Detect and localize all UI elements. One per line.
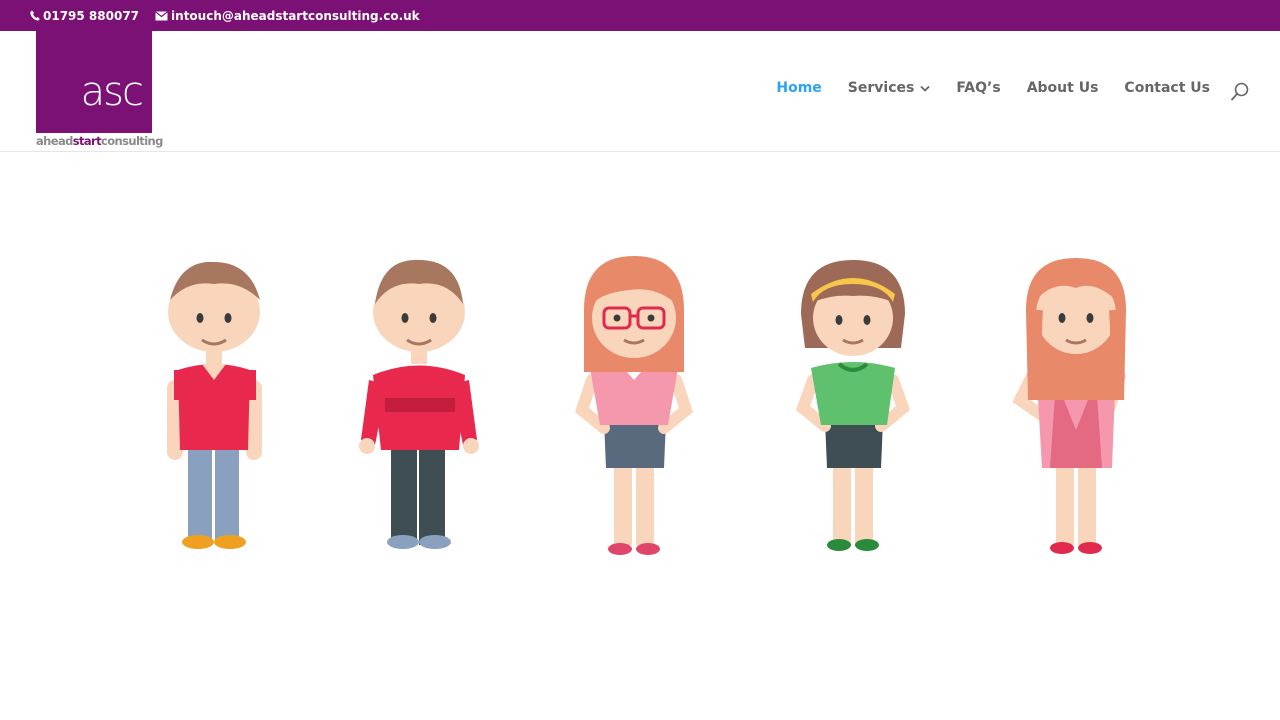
main-nav: Home Services FAQ’s About Us Contact Us (750, 80, 1210, 96)
logo-mark: asc (80, 69, 144, 115)
logo-tagline-start: start (72, 134, 102, 148)
chevron-down-icon (920, 85, 930, 92)
girl-pink-dress-figure (1012, 258, 1126, 554)
email-contact[interactable]: intouch@aheadstartconsulting.co.uk (155, 9, 420, 23)
phone-icon (30, 10, 40, 21)
girl-headband-figure (795, 260, 911, 551)
boy-red-sweater-figure (359, 259, 479, 549)
girl-glasses-figure (575, 256, 693, 555)
nav-faqs-label: FAQ’s (956, 80, 1001, 96)
site-logo[interactable]: asc aheadstartconsulting (36, 31, 163, 149)
phone-number: 01795 880077 (43, 8, 140, 23)
nav-contact-us[interactable]: Contact Us (1124, 80, 1210, 96)
characters-illustration (0, 240, 1280, 570)
nav-services-label: Services (847, 80, 915, 96)
envelope-icon (155, 10, 168, 20)
search-icon[interactable] (1230, 82, 1250, 102)
nav-home[interactable]: Home (776, 80, 821, 96)
nav-services[interactable]: Services (848, 80, 931, 96)
logo-tagline: aheadstartconsulting (36, 134, 163, 149)
top-contact-bar: 01795 880077 intouch@aheadstartconsultin… (0, 0, 1280, 31)
logo-box: asc (36, 31, 152, 133)
nav-about-us[interactable]: About Us (1027, 80, 1099, 96)
main-header: asc aheadstartconsulting Home Services F… (0, 31, 1280, 152)
nav-faqs[interactable]: FAQ’s (956, 80, 1000, 96)
boy-red-polo-figure (167, 261, 262, 549)
email-address: intouch@aheadstartconsulting.co.uk (171, 8, 420, 23)
logo-tagline-ahead: ahead (36, 134, 73, 148)
logo-tagline-consulting: consulting (101, 134, 163, 148)
nav-about-label: About Us (1026, 80, 1099, 96)
nav-home-label: Home (776, 80, 822, 96)
nav-contact-label: Contact Us (1124, 80, 1210, 96)
phone-contact[interactable]: 01795 880077 (30, 9, 139, 23)
